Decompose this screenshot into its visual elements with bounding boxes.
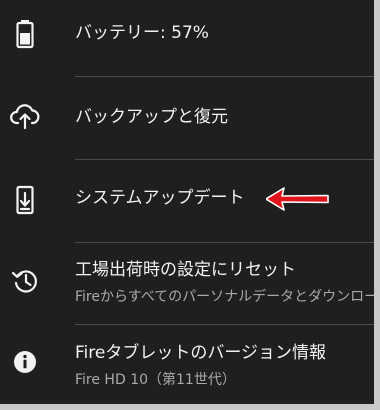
annotation-arrow-icon: [265, 186, 330, 216]
system-update-label: システムアップデート: [75, 188, 245, 208]
settings-screen: バッテリー: 57% バックアップと復元 システムアップデート 工場出荷時の設定…: [0, 0, 374, 404]
factory-reset-label: 工場出荷時の設定にリセット: [75, 260, 296, 280]
battery-label: バッテリー: 57%: [75, 23, 209, 43]
settings-item-about[interactable]: Fireタブレットのバージョン情報 Fire HD 10（第11世代）: [0, 324, 374, 404]
battery-icon: [8, 16, 42, 50]
settings-item-battery[interactable]: バッテリー: 57%: [0, 0, 374, 78]
about-subtitle: Fire HD 10（第11世代）: [75, 372, 236, 388]
divider: [75, 76, 374, 77]
settings-item-backup[interactable]: バックアップと復元: [0, 78, 374, 160]
about-label: Fireタブレットのバージョン情報: [75, 343, 326, 363]
info-icon: [8, 345, 42, 379]
settings-item-factory-reset[interactable]: 工場出荷時の設定にリセット Fireからすべてのパーソナルデータとダウンロード: [0, 242, 374, 325]
factory-reset-subtitle: Fireからすべてのパーソナルデータとダウンロード: [75, 289, 374, 305]
backup-label: バックアップと復元: [75, 107, 228, 127]
system-update-icon: [8, 183, 42, 217]
factory-reset-icon: [8, 264, 42, 298]
cloud-upload-icon: [8, 99, 42, 133]
